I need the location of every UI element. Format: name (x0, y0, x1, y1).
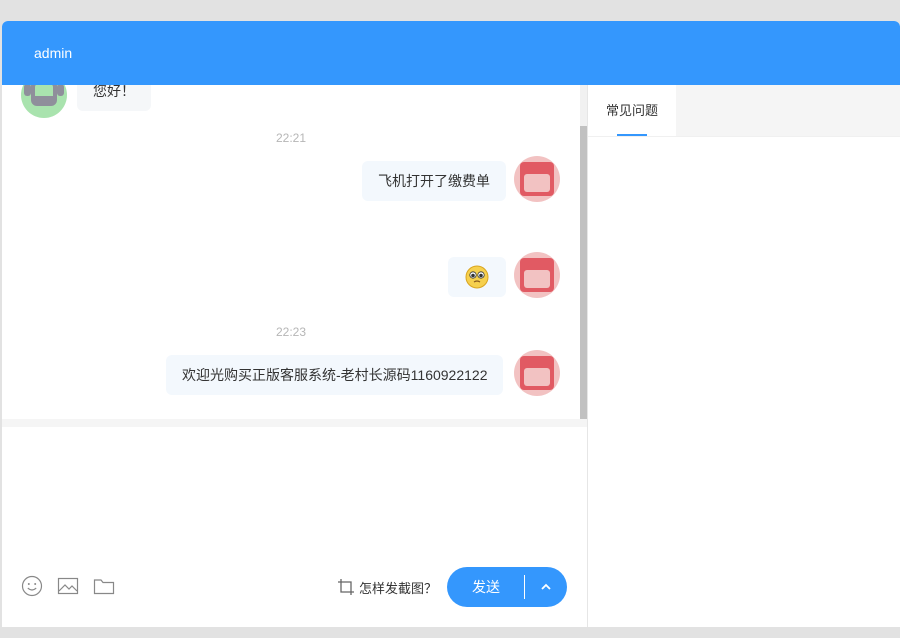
user-avatar (514, 252, 560, 298)
smiley-icon[interactable] (21, 575, 45, 597)
tab-active-indicator (617, 134, 647, 136)
message-timestamp: 22:21 (275, 131, 307, 145)
folder-icon[interactable] (93, 575, 117, 597)
message-timestamp: 22:23 (275, 325, 307, 339)
user-avatar (514, 156, 560, 202)
chat-window: admin 您好！ 22:21 飞机打开了缴费单 22:23 欢迎光购买正版客服… (2, 21, 900, 627)
scrollbar-thumb[interactable] (580, 126, 587, 419)
send-button[interactable]: 发送 (447, 567, 525, 607)
send-options-button[interactable] (525, 567, 567, 607)
image-icon[interactable] (57, 575, 81, 597)
send-button-group: 发送 (447, 567, 567, 607)
message-bubble: 您好！ (77, 85, 151, 111)
tab-faq[interactable]: 常见问题 (588, 85, 676, 136)
message-list[interactable]: 您好！ 22:21 飞机打开了缴费单 22:23 欢迎光购买正版客服系统-老村长… (2, 85, 587, 419)
chat-pane: 您好！ 22:21 飞机打开了缴费单 22:23 欢迎光购买正版客服系统-老村长… (2, 85, 588, 627)
screenshot-tip-text: 怎样发截图？ (359, 580, 438, 596)
header-title: admin (34, 45, 73, 61)
header-bar: admin (2, 21, 900, 85)
side-tab-bar: 常见问题 (588, 85, 900, 137)
side-panel: 常见问题 (588, 85, 900, 627)
tab-faq-label: 常见问题 (605, 103, 658, 118)
message-bubble: 飞机打开了缴费单 (362, 161, 506, 201)
chevron-up-icon (541, 583, 551, 590)
message-input-area[interactable]: 怎样发截图？ 发送 (2, 427, 587, 627)
message-bubble: 欢迎光购买正版客服系统-老村长源码1160922122 (166, 355, 504, 395)
user-avatar (514, 350, 560, 396)
emoji-bubble (448, 257, 506, 297)
message-scrollbar[interactable] (580, 85, 587, 419)
screenshot-help-link[interactable]: 怎样发截图？ (337, 577, 437, 597)
robot-avatar (21, 85, 67, 118)
pleading-face-emoji (465, 265, 489, 289)
crop-icon (338, 579, 354, 595)
divider (2, 419, 587, 427)
